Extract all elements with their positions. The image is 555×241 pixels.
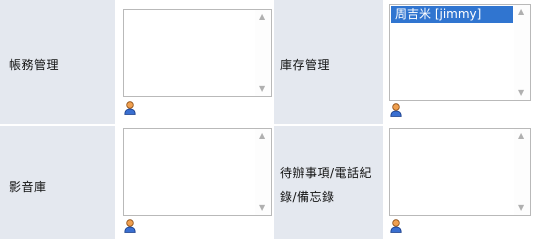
row2-right-field-cell: ▲ ▼ bbox=[384, 126, 555, 239]
person-icon[interactable] bbox=[390, 219, 402, 233]
accounting-user-list[interactable]: ▲ ▼ bbox=[123, 9, 272, 97]
arrow-up-icon[interactable]: ▲ bbox=[259, 13, 265, 21]
arrow-down-icon[interactable]: ▼ bbox=[518, 89, 524, 97]
arrow-up-icon[interactable]: ▲ bbox=[518, 8, 524, 16]
row1-left-field-cell: ▲ ▼ bbox=[117, 0, 272, 124]
scrollbar[interactable]: ▲ ▼ bbox=[255, 10, 271, 96]
row2-label-cell: 影音庫 bbox=[0, 126, 115, 239]
scrollbar[interactable]: ▲ ▼ bbox=[514, 5, 530, 100]
row2-left-field-cell: ▲ ▼ bbox=[117, 126, 272, 239]
label-line-1: 待辦事項/電話紀 bbox=[280, 166, 373, 180]
arrow-down-icon[interactable]: ▼ bbox=[259, 204, 265, 212]
todo-user-list[interactable]: ▲ ▼ bbox=[389, 128, 531, 216]
arrow-down-icon[interactable]: ▼ bbox=[259, 85, 265, 93]
scrollbar[interactable]: ▲ ▼ bbox=[255, 129, 271, 215]
permission-table: 帳務管理 ▲ ▼ 庫存管理 周吉米 [jimmy] ▲ ▼ 影音庫 ▲ ▼ 待辦… bbox=[0, 0, 555, 241]
label-todo-phone-memo: 待辦事項/電話紀 錄/備忘錄 bbox=[280, 161, 372, 209]
label-line-2: 錄/備忘錄 bbox=[280, 190, 335, 204]
row1-right-field-cell: 周吉米 [jimmy] ▲ ▼ bbox=[384, 0, 555, 124]
arrow-up-icon[interactable]: ▲ bbox=[259, 132, 265, 140]
scrollbar[interactable]: ▲ ▼ bbox=[514, 129, 530, 215]
media-user-list[interactable]: ▲ ▼ bbox=[123, 128, 272, 216]
label-inventory: 庫存管理 bbox=[280, 58, 331, 72]
row1-right-label-cell: 庫存管理 bbox=[274, 0, 383, 124]
inventory-user-list[interactable]: 周吉米 [jimmy] ▲ ▼ bbox=[389, 4, 531, 101]
person-icon[interactable] bbox=[390, 103, 402, 117]
label-media-library: 影音庫 bbox=[9, 180, 47, 194]
row1-label-cell: 帳務管理 bbox=[0, 0, 115, 124]
label-accounting: 帳務管理 bbox=[9, 58, 60, 72]
row2-right-label-cell: 待辦事項/電話紀 錄/備忘錄 bbox=[274, 126, 383, 239]
arrow-down-icon[interactable]: ▼ bbox=[518, 204, 524, 212]
list-item-selected[interactable]: 周吉米 [jimmy] bbox=[391, 6, 513, 23]
arrow-up-icon[interactable]: ▲ bbox=[518, 132, 524, 140]
person-icon[interactable] bbox=[124, 101, 136, 115]
person-icon[interactable] bbox=[124, 219, 136, 233]
